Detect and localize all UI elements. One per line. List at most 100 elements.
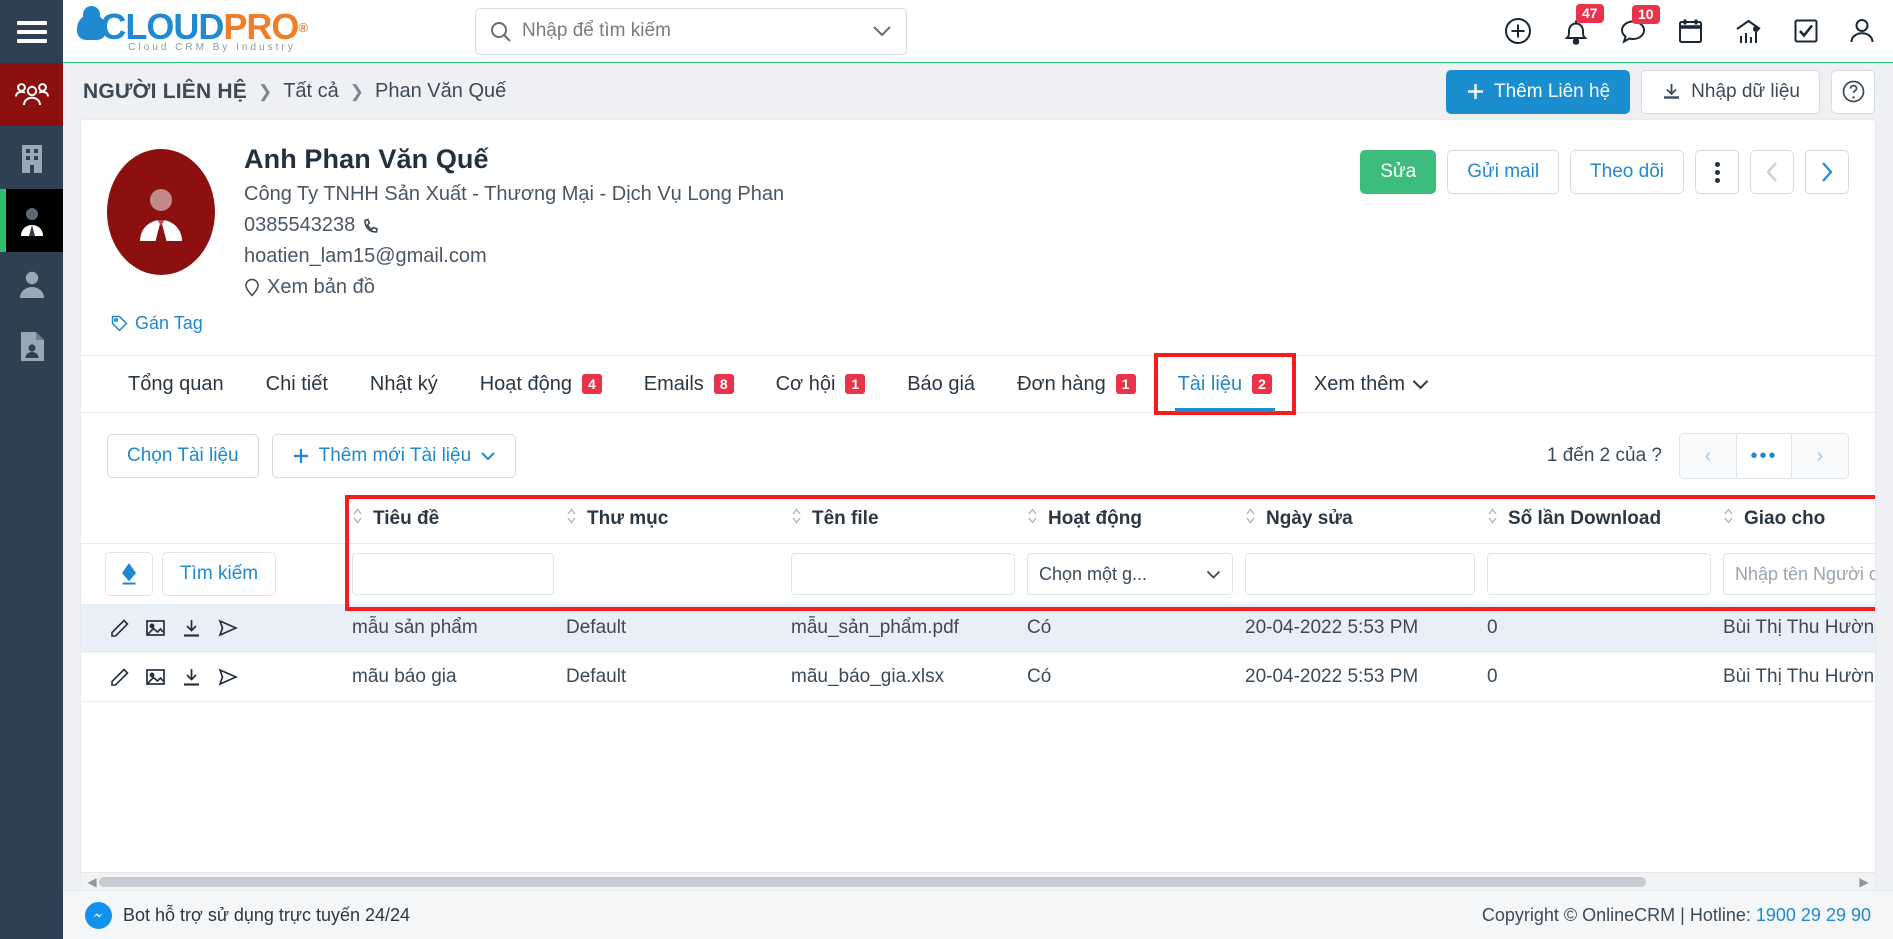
avatar [107,149,215,275]
add-document-button[interactable]: Thêm mới Tài liệu [271,434,517,478]
logo-pro-text: PRO [223,6,299,47]
pagination-next-button[interactable]: › [1792,434,1848,478]
support-bot-label: Bot hỗ trợ sử dụng trực tuyến 24/24 [123,904,411,925]
cell-ten-file[interactable]: mẫu_sản_phẩm.pdf [785,604,1021,653]
filter-input-ngay-sua[interactable] [1245,553,1475,595]
download-icon[interactable] [181,667,202,688]
image-icon[interactable] [145,667,166,687]
contacts-group-icon [14,82,49,105]
sort-icon [1723,507,1736,531]
chat-icon[interactable]: 10 [1619,4,1660,45]
global-search[interactable] [475,7,907,55]
chevron-down-icon [1206,570,1221,579]
sidebar-item-company[interactable] [0,126,63,189]
add-circle-icon[interactable] [1503,16,1533,46]
import-data-button[interactable]: Nhập dữ liệu [1641,69,1820,114]
send-icon[interactable] [217,667,238,687]
scrollbar-track[interactable] [99,876,1857,887]
table-header-so-lan-download[interactable]: Số lần Download [1481,495,1717,544]
tab-bao-gia[interactable]: Báo giá [886,356,996,412]
calendar-icon[interactable] [1677,17,1704,45]
search-controls: Tìm kiếm [87,552,340,596]
send-icon[interactable] [217,618,238,638]
support-bot[interactable]: Bot hỗ trợ sử dụng trực tuyến 24/24 [63,901,411,929]
import-download-icon [1664,83,1680,99]
cell-tieu-de[interactable]: mẫu sản phẩm [346,604,560,653]
table-header-giao-cho[interactable]: Giao cho [1717,495,1875,544]
sidebar-item-lead[interactable] [0,252,63,315]
download-icon[interactable] [181,618,202,639]
sidebar-item-contact-person[interactable] [0,189,63,252]
scroll-right-arrow[interactable]: ▶ [1857,875,1871,889]
send-mail-button[interactable]: Gửi mail [1447,150,1560,194]
tab-co-hoi[interactable]: Cơ hội 1 [755,356,887,412]
table-row[interactable]: mẫu sản phẩm Default mẫu_sản_phẩm.pdf Có… [81,604,1875,653]
select-document-button[interactable]: Chọn Tài liệu [107,434,259,478]
tab-hoat-dong[interactable]: Hoạt động 4 [459,356,623,412]
sidebar-item-document-person[interactable] [0,315,63,378]
image-icon[interactable] [145,618,166,638]
analytics-icon[interactable] [1734,18,1763,45]
search-filter-button[interactable]: Tìm kiếm [162,552,277,596]
tab-nhat-ky[interactable]: Nhật ký [349,356,459,412]
chevron-down-icon[interactable] [872,25,892,37]
cell-tieu-de[interactable]: mãu báo gia [346,653,560,702]
tab-emails[interactable]: Emails 8 [623,356,755,412]
search-input[interactable] [522,20,872,42]
eraser-icon [121,563,137,585]
tab-chi-tiet[interactable]: Chi tiết [245,356,349,412]
tab-tong-quan[interactable]: Tổng quan [107,356,245,412]
assign-tag-button[interactable]: Gán Tag [111,313,203,334]
profile-email[interactable]: hoatien_lam15@gmail.com [244,245,1360,268]
breadcrumb-item-module[interactable]: NGƯỜI LIÊN HỆ [83,80,247,104]
bell-icon[interactable]: 47 [1563,3,1604,46]
table-header-ten-file[interactable]: Tên file [785,495,1021,544]
edit-pencil-icon[interactable] [109,618,130,639]
breadcrumb-item-record[interactable]: Phan Văn Quế [375,80,506,103]
filter-input-tieu-de[interactable] [352,553,554,595]
tab-tai-lieu[interactable]: Tài liệu 2 [1153,353,1296,415]
next-record-button[interactable] [1805,150,1849,194]
filter-input-so-lan-download[interactable] [1487,553,1711,595]
edit-pencil-icon[interactable] [109,667,130,688]
sidebar-item-contacts-group[interactable] [0,63,63,126]
clear-filters-button[interactable] [105,552,153,596]
plus-icon [1467,84,1483,99]
table-header-thu-muc[interactable]: Thư mục [560,495,785,544]
table-header-ngay-sua[interactable]: Ngày sửa [1239,495,1481,544]
breadcrumb-bar: NGƯỜI LIÊN HỆ ❯ Tất cả ❯ Phan Văn Quế Th… [63,63,1893,120]
filter-input-ten-file[interactable] [791,553,1015,595]
add-contact-button[interactable]: Thêm Liên hệ [1445,69,1631,114]
table-header-tieu-de[interactable]: Tiêu đề [346,495,560,544]
cell-hoat-dong: Có [1027,617,1052,638]
follow-button[interactable]: Theo dõi [1570,150,1684,194]
table-row[interactable]: mãu báo gia Default mãu_báo_gia.xlsx Có … [81,653,1875,702]
tab-label: Chi tiết [265,372,328,395]
scrollbar-thumb[interactable] [99,876,1647,887]
tab-xem-them[interactable]: Xem thêm [1293,356,1447,412]
breadcrumb-item-all[interactable]: Tất cả [283,80,339,103]
more-actions-button[interactable] [1695,150,1739,194]
filter-select-hoat-dong[interactable]: Chọn một g... [1027,553,1233,595]
pagination-more-button[interactable]: ••• [1736,434,1792,478]
scroll-left-arrow[interactable]: ◀ [85,875,99,889]
task-check-icon[interactable] [1793,18,1819,44]
horizontal-scrollbar[interactable]: ◀ ▶ [81,872,1875,890]
phone-icon[interactable] [362,217,380,235]
edit-button[interactable]: Sửa [1360,150,1437,194]
cell-giao-cho: Bùi Thị Thu Hường [1723,617,1875,638]
profile-map-row[interactable]: Xem bản đồ [244,276,1360,299]
menu-toggle-button[interactable] [0,0,63,63]
tab-don-hang[interactable]: Đơn hàng 1 [996,356,1157,412]
prev-record-button[interactable] [1750,150,1794,194]
tab-badge: 4 [582,373,602,395]
table-header-hoat-dong[interactable]: Hoạt động [1021,495,1239,544]
user-account-icon[interactable] [1849,17,1875,45]
cell-ten-file[interactable]: mãu_báo_gia.xlsx [785,653,1021,702]
import-data-label: Nhập dữ liệu [1691,80,1800,102]
filter-input-giao-cho[interactable] [1723,553,1875,595]
hotline-link[interactable]: 1900 29 29 90 [1756,905,1871,925]
app-logo[interactable]: CLOUD PRO ® Cloud CRM By Industry [77,6,308,53]
help-button[interactable] [1831,69,1875,114]
pagination-prev-button[interactable]: ‹ [1680,434,1736,478]
